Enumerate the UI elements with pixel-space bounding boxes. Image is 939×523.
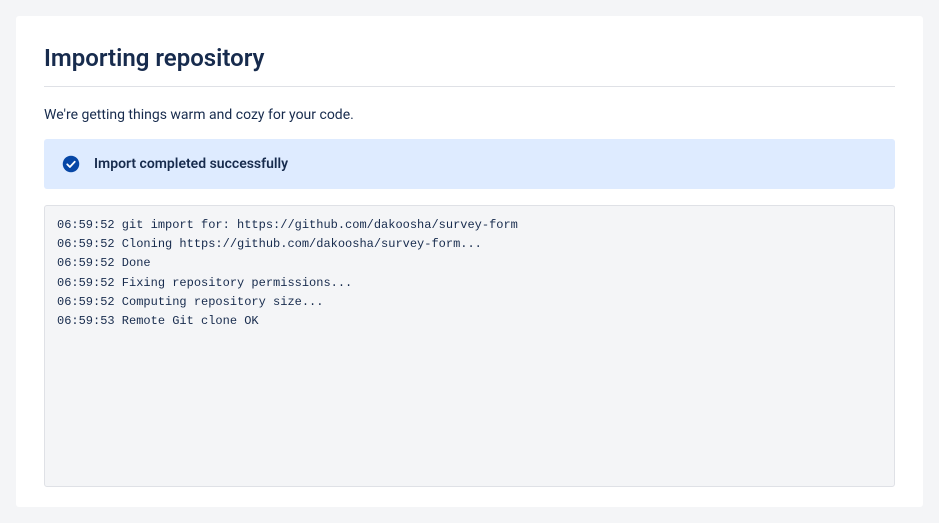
check-circle-icon <box>62 155 80 173</box>
import-log[interactable]: 06:59:52 git import for: https://github.… <box>44 205 895 487</box>
status-message: Import completed successfully <box>94 156 288 172</box>
import-panel: Importing repository We're getting thing… <box>16 16 923 507</box>
status-banner: Import completed successfully <box>44 139 895 189</box>
page-subtitle: We're getting things warm and cozy for y… <box>44 107 895 123</box>
page-title: Importing repository <box>44 44 895 86</box>
divider <box>44 86 895 87</box>
